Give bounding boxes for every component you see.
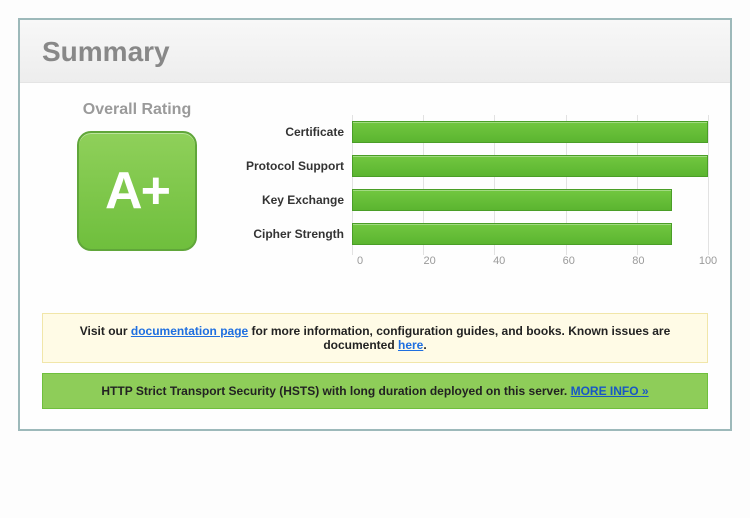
- page-title: Summary: [42, 36, 708, 68]
- docs-notice: Visit our documentation page for more in…: [42, 313, 708, 363]
- bar-chart-plot: [352, 115, 708, 251]
- bar-row: [352, 115, 708, 149]
- axis-tick: 100: [699, 255, 717, 267]
- overall-rating-badge: A+: [77, 131, 197, 251]
- rating-grade: A+: [105, 161, 169, 221]
- grid-line: [708, 115, 709, 255]
- score-bar-certificate: [352, 121, 708, 143]
- axis-tick: 80: [632, 255, 644, 267]
- bar-row: [352, 183, 708, 217]
- scores-chart: Certificate Protocol Support Key Exchang…: [242, 101, 708, 277]
- bar-row: [352, 149, 708, 183]
- hsts-notice: HTTP Strict Transport Security (HSTS) wi…: [42, 373, 708, 409]
- overall-rating-block: Overall Rating A+: [42, 101, 232, 251]
- docs-notice-prefix: Visit our: [80, 324, 131, 338]
- docs-notice-suffix: .: [423, 338, 426, 352]
- overall-rating-label: Overall Rating: [42, 101, 232, 119]
- score-bar-key-exchange: [352, 189, 672, 211]
- axis-tick: 20: [423, 255, 435, 267]
- hsts-notice-text: HTTP Strict Transport Security (HSTS) wi…: [101, 384, 570, 398]
- hsts-more-info-link[interactable]: MORE INFO »: [571, 384, 649, 398]
- bar-label-key-exchange: Key Exchange: [242, 183, 344, 217]
- bar-chart: Certificate Protocol Support Key Exchang…: [242, 115, 708, 251]
- bar-row: [352, 217, 708, 251]
- bar-label-cipher-strength: Cipher Strength: [242, 217, 344, 251]
- axis-tick: 0: [357, 255, 363, 267]
- score-bar-cipher-strength: [352, 223, 672, 245]
- bar-label-protocol-support: Protocol Support: [242, 149, 344, 183]
- known-issues-link[interactable]: here: [398, 338, 423, 352]
- docs-notice-middle: for more information, configuration guid…: [248, 324, 670, 352]
- summary-header: Summary: [20, 20, 730, 83]
- score-bar-protocol-support: [352, 155, 708, 177]
- summary-panel: Summary Overall Rating A+ Certificate Pr…: [18, 18, 732, 431]
- bar-chart-x-axis: 020406080100: [360, 255, 708, 277]
- summary-content: Overall Rating A+ Certificate Protocol S…: [20, 83, 730, 429]
- axis-tick: 40: [493, 255, 505, 267]
- summary-top-row: Overall Rating A+ Certificate Protocol S…: [42, 101, 708, 277]
- axis-tick: 60: [563, 255, 575, 267]
- bar-chart-labels: Certificate Protocol Support Key Exchang…: [242, 115, 352, 251]
- documentation-link[interactable]: documentation page: [131, 324, 248, 338]
- bar-label-certificate: Certificate: [242, 115, 344, 149]
